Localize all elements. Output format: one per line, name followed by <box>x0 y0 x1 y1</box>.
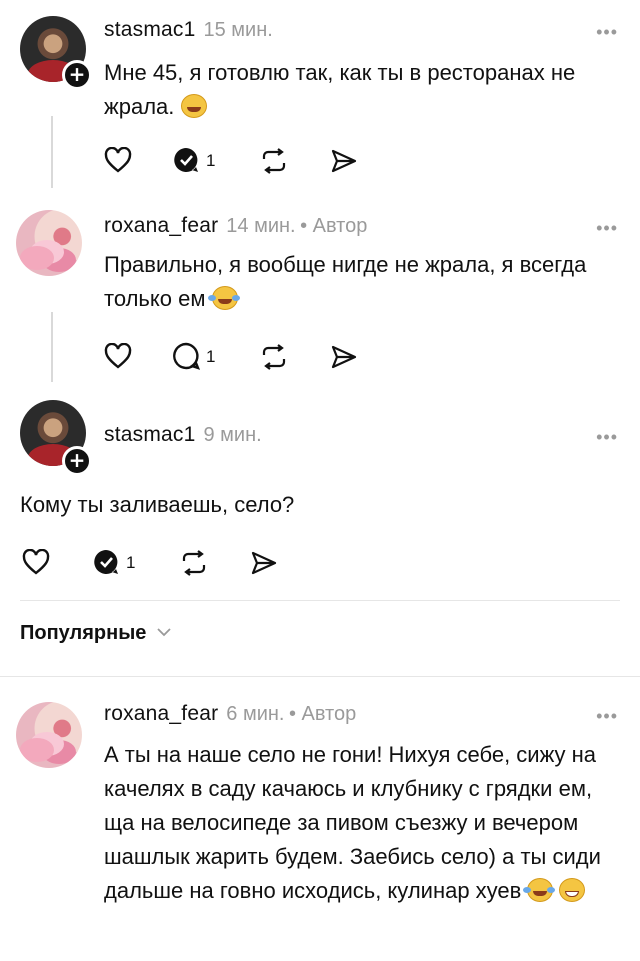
username[interactable]: stasmac1 <box>104 18 195 41</box>
comment-header: roxana_fear 14 мин. • Автор <box>104 214 367 238</box>
follow-plus-icon[interactable]: + <box>62 446 92 476</box>
divider <box>20 600 620 601</box>
comment-text: Мне 45, я готовлю так, как ты в ресторан… <box>104 60 576 119</box>
timestamp: 6 мин. <box>226 703 285 725</box>
grinning-emoji-icon <box>559 878 586 902</box>
divider <box>0 676 640 677</box>
send-icon[interactable] <box>250 550 278 576</box>
more-dots-icon[interactable]: ••• <box>596 427 618 448</box>
username[interactable]: roxana_fear <box>104 702 218 725</box>
comment-icon[interactable] <box>92 548 120 576</box>
chevron-down-icon <box>157 628 171 637</box>
timestamp: 9 мин. <box>203 424 262 446</box>
thread-line <box>51 312 53 382</box>
comment-text: Кому ты заливаешь, село? <box>20 492 295 517</box>
tears-of-joy-emoji-icon <box>523 878 554 902</box>
sort-selector[interactable]: Популярные <box>20 622 171 645</box>
follow-plus-icon[interactable]: + <box>62 60 92 90</box>
send-icon[interactable] <box>330 148 358 174</box>
reply-count: 1 <box>206 347 216 366</box>
laughing-emoji-icon <box>180 94 207 118</box>
comment-text: А ты на наше село не гони! Нихуя себе, с… <box>104 742 601 903</box>
heart-icon[interactable] <box>104 147 132 173</box>
timestamp: 15 мин. <box>203 19 273 41</box>
more-dots-icon[interactable]: ••• <box>596 706 618 727</box>
comment-header: roxana_fear 6 мин. • Автор <box>104 702 356 726</box>
comment-icon[interactable] <box>172 342 200 370</box>
more-dots-icon[interactable]: ••• <box>596 22 618 43</box>
timestamp: 14 мин. <box>226 215 296 237</box>
author-label: • Автор <box>300 215 368 237</box>
comment-text: Правильно, я вообще нигде не жрала, я вс… <box>104 252 587 311</box>
send-icon[interactable] <box>330 344 358 370</box>
comment-header: stasmac1 9 мин. <box>104 423 262 447</box>
comment-header: stasmac1 15 мин. <box>104 18 273 42</box>
repost-icon[interactable] <box>260 148 288 174</box>
reply-count: 1 <box>206 151 216 170</box>
heart-icon[interactable] <box>22 549 50 575</box>
more-dots-icon[interactable]: ••• <box>596 218 618 239</box>
thread-line <box>51 116 53 188</box>
comment-icon[interactable] <box>172 146 200 174</box>
heart-icon[interactable] <box>104 343 132 369</box>
avatar[interactable] <box>16 210 82 276</box>
username[interactable]: roxana_fear <box>104 214 218 237</box>
tears-of-joy-emoji-icon <box>207 286 238 310</box>
repost-icon[interactable] <box>260 344 288 370</box>
repost-icon[interactable] <box>180 550 208 576</box>
username[interactable]: stasmac1 <box>104 423 195 446</box>
avatar[interactable] <box>16 702 82 768</box>
sort-label: Популярные <box>20 622 147 644</box>
reply-count: 1 <box>126 553 136 572</box>
author-label: • Автор <box>288 703 357 725</box>
